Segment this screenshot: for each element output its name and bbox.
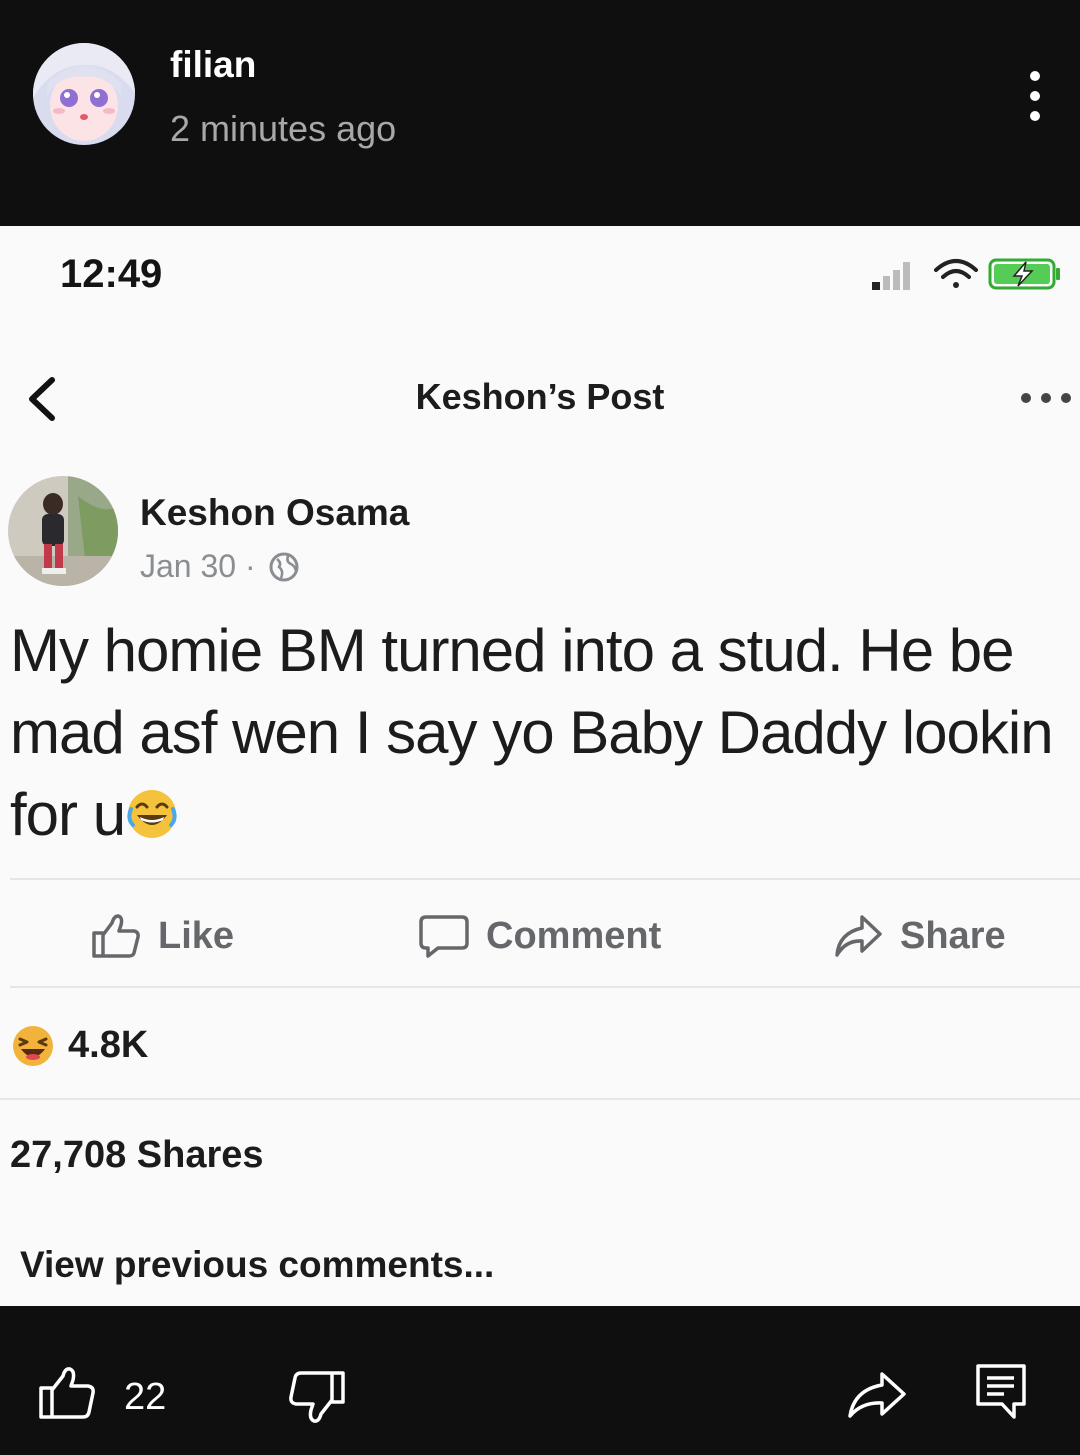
post-header: filian 2 minutes ago xyxy=(0,0,1080,226)
share-arrow-outline-icon xyxy=(835,915,882,957)
laughing-emoji-icon xyxy=(127,790,177,838)
post-timestamp: 2 minutes ago xyxy=(170,108,397,149)
shares-count[interactable]: 27,708 Shares xyxy=(10,1134,264,1177)
divider xyxy=(0,1098,1080,1100)
view-previous-comments-link[interactable]: View previous comments... xyxy=(20,1244,494,1286)
like-count: 22 xyxy=(124,1376,167,1418)
post-text: My homie BM turned into a stud. He be ma… xyxy=(10,610,1078,856)
share-button[interactable]: Share xyxy=(832,912,1006,960)
like-label: Like xyxy=(158,914,235,957)
post-date: Jan 30 · xyxy=(140,548,256,584)
globe-icon xyxy=(269,552,299,581)
battery-charging-icon xyxy=(988,258,1060,290)
wifi-icon xyxy=(934,259,978,288)
kebab-menu-icon[interactable] xyxy=(1017,68,1053,124)
divider xyxy=(10,878,1080,880)
comment-bubble-icon xyxy=(419,915,469,958)
username[interactable]: filian xyxy=(170,44,256,86)
author-avatar[interactable] xyxy=(8,476,118,586)
thumbs-up-icon[interactable] xyxy=(38,1366,96,1420)
share-arrow-icon[interactable] xyxy=(846,1370,908,1418)
divider xyxy=(10,986,1080,988)
comments-icon[interactable] xyxy=(974,1362,1028,1420)
author-name[interactable]: Keshon Osama xyxy=(140,492,409,534)
reaction-count: 4.8K xyxy=(68,1024,149,1066)
embedded-post-screenshot: 12:49 Keshon’s Post Keshon Osama Jan 30 … xyxy=(0,226,1080,1306)
status-icons xyxy=(872,258,1060,290)
haha-reaction-icon xyxy=(13,1025,53,1066)
post-meta: Jan 30 · xyxy=(140,548,300,585)
bottom-action-bar: 22 xyxy=(0,1306,1080,1455)
anime-avatar-icon[interactable] xyxy=(33,43,135,145)
status-time: 12:49 xyxy=(60,252,163,296)
like-thumb-icon xyxy=(92,914,140,958)
more-horizontal-icon[interactable] xyxy=(1018,390,1074,406)
reaction-summary[interactable]: 4.8K xyxy=(12,1024,148,1067)
page-title: Keshon’s Post xyxy=(415,376,665,417)
comment-label: Comment xyxy=(486,914,662,957)
like-button[interactable]: Like xyxy=(90,912,234,960)
signal-icon xyxy=(872,262,910,290)
thumbs-down-icon[interactable] xyxy=(288,1370,346,1424)
comment-button[interactable]: Comment xyxy=(418,912,661,960)
share-label: Share xyxy=(900,914,1006,957)
